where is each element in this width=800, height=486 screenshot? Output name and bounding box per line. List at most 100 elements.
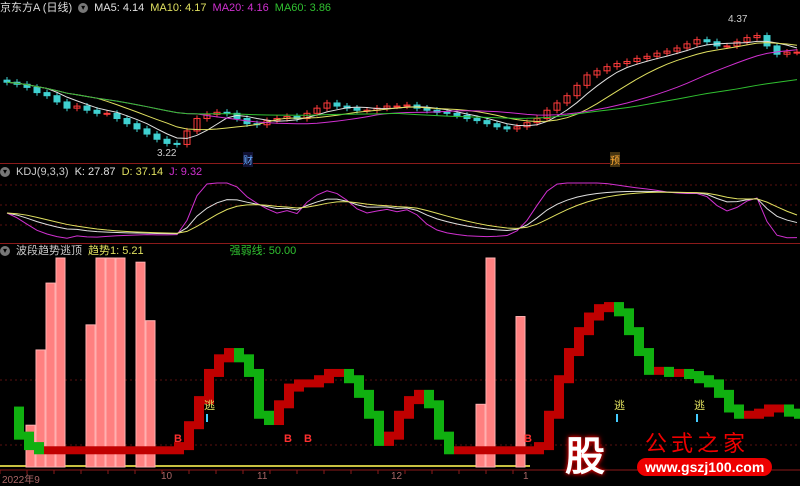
candle: [223, 111, 231, 114]
escape-marker: [616, 414, 618, 422]
candle: [703, 39, 711, 43]
trend-segment: [544, 410, 554, 451]
logo-char: 股: [565, 433, 605, 480]
axis-label: 10: [161, 471, 173, 482]
trend-segment: [164, 446, 174, 455]
trend-segment: [194, 396, 204, 430]
trend-segment: [584, 312, 594, 336]
trend-segment: [784, 404, 794, 417]
trend-segment: [624, 308, 634, 336]
escape-marker: [206, 414, 208, 422]
trend-segment: [754, 408, 764, 419]
trend-segment: [304, 379, 314, 388]
trend-segment: [604, 302, 614, 313]
ma10-line: [6, 42, 798, 131]
low-price-label: 3.22: [157, 148, 177, 159]
candle: [143, 128, 151, 135]
escape-marker: [696, 414, 698, 422]
candle: [113, 112, 121, 120]
trend-segment: [234, 348, 244, 363]
kdj-d-line: [6, 191, 798, 234]
candle: [133, 123, 141, 130]
trend-segment: [184, 421, 194, 451]
financial-marker[interactable]: 财: [243, 152, 253, 167]
logo-url: www.gszj100.com: [637, 458, 773, 476]
trend-segment: [74, 446, 84, 455]
logo-name: 公式之家: [645, 432, 750, 457]
trend-segment: [384, 431, 394, 446]
trend-segment: [254, 368, 264, 419]
trend-segment: [664, 366, 674, 377]
trend-segment: [364, 389, 374, 419]
trend-segment: [744, 410, 754, 419]
kdj-j-line: [6, 182, 798, 239]
trend-segment: [704, 375, 714, 388]
trend-segment: [524, 446, 534, 455]
trend-bar: [85, 324, 96, 468]
trend-segment: [484, 446, 494, 455]
trend-segment: [674, 368, 684, 377]
trend-segment: [414, 389, 424, 405]
candle: [163, 138, 171, 144]
forecast-marker[interactable]: 预: [610, 152, 620, 167]
candle: [43, 92, 51, 97]
trend-segment: [514, 446, 524, 455]
trend-segment: [684, 368, 694, 380]
candle: [393, 105, 401, 108]
trend-bar: [95, 257, 106, 468]
trend-segment: [144, 446, 154, 455]
trend-segment: [644, 348, 654, 375]
trend-segment: [44, 446, 54, 455]
candle: [153, 133, 161, 140]
chart-canvas[interactable]: 逃逃逃B B B B: [0, 0, 800, 483]
trend-segment: [34, 442, 44, 455]
trend-segment: [714, 379, 724, 398]
trend-segment: [264, 410, 274, 426]
kdj-k-line: [6, 190, 798, 235]
trend-bar: [105, 257, 116, 468]
trend-segment: [274, 400, 284, 426]
axis-label: 1: [523, 471, 529, 482]
candle: [63, 101, 71, 109]
escape-signal: 逃: [694, 399, 705, 412]
trend-bar: [145, 320, 156, 468]
trend-segment: [434, 400, 444, 440]
trend-segment: [724, 389, 734, 413]
buy-signal: B: [284, 433, 292, 445]
trend-segment: [54, 446, 64, 455]
candle: [53, 95, 61, 103]
trend-bar: [475, 403, 486, 468]
trend-segment: [494, 446, 504, 455]
trend-segment: [114, 446, 124, 455]
trend-segment: [314, 375, 324, 388]
trend-segment: [794, 408, 800, 419]
trend-segment: [564, 348, 574, 384]
candle: [453, 112, 461, 116]
candle: [483, 120, 491, 125]
trend-segment: [594, 304, 604, 321]
trend-segment: [154, 446, 164, 455]
trend-bar: [485, 257, 496, 468]
trend-segment: [134, 446, 144, 455]
trend-segment: [614, 302, 624, 317]
candle: [763, 35, 771, 47]
trend-bar: [115, 257, 126, 468]
trend-segment: [284, 383, 294, 409]
trend-segment: [444, 431, 454, 455]
escape-signal: 逃: [204, 399, 215, 412]
trend-segment: [764, 404, 774, 417]
trend-segment: [424, 389, 434, 409]
trend-segment: [64, 446, 74, 455]
trend-bar: [45, 282, 56, 468]
trend-segment: [124, 446, 134, 455]
candle: [353, 107, 361, 111]
trend-segment: [214, 354, 224, 377]
trend-segment: [634, 327, 644, 357]
trend-segment: [294, 379, 304, 392]
axis-label: 12: [391, 471, 403, 482]
trend-segment: [404, 396, 414, 419]
axis-label: 2022年9: [2, 475, 40, 486]
candle: [93, 109, 101, 114]
candle: [773, 45, 781, 55]
ma20-line: [6, 49, 798, 125]
